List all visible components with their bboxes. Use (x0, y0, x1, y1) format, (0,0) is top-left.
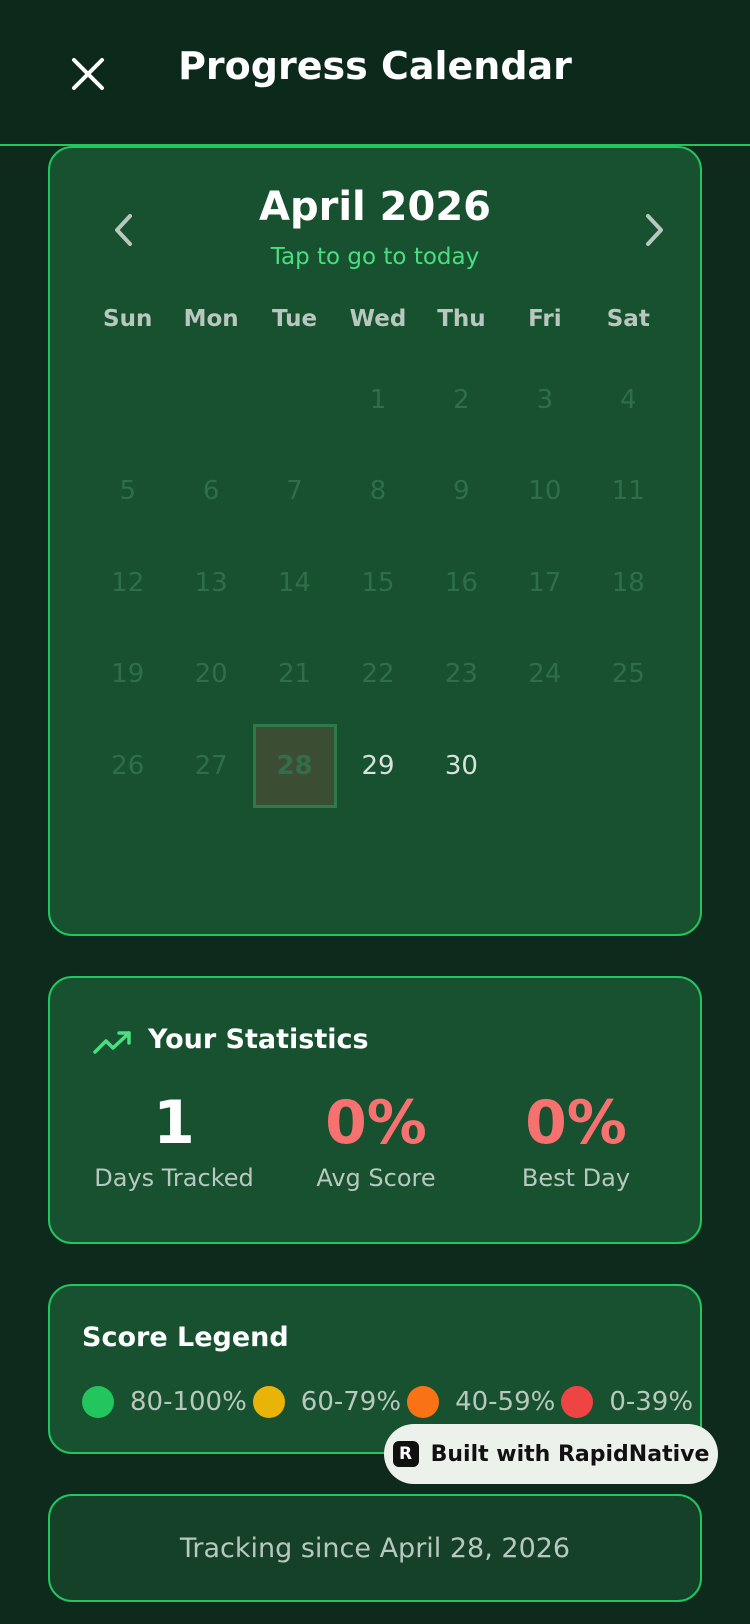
calendar-day[interactable]: 1 (332, 360, 424, 440)
chevron-right-icon (646, 214, 663, 246)
calendar-day[interactable]: 20 (165, 634, 257, 714)
badge-text: Built with RapidNative (430, 1441, 710, 1467)
calendar-day[interactable]: 18 (582, 543, 674, 623)
stat-value: 0% (525, 1088, 627, 1158)
calendar-day[interactable]: 24 (499, 634, 591, 714)
weekday-label: Mon (183, 306, 239, 332)
month-title: April 2026 (259, 184, 491, 230)
weekday-label: Tue (271, 306, 318, 332)
calendar-day[interactable]: 2 (415, 360, 507, 440)
calendar-day[interactable]: 25 (582, 634, 674, 714)
stat-value: 1 (153, 1088, 195, 1158)
calendar-day[interactable]: 29 (332, 726, 424, 806)
calendar-day[interactable]: 13 (165, 543, 257, 623)
calendar-day[interactable]: 10 (499, 451, 591, 531)
calendar-day[interactable]: 19 (82, 634, 174, 714)
stat-value: 0% (325, 1088, 427, 1158)
calendar-day[interactable]: 5 (82, 451, 174, 531)
calendar-day[interactable]: 14 (249, 543, 341, 623)
calendar-day[interactable]: 12 (82, 543, 174, 623)
legend-dot (407, 1386, 440, 1418)
legend-label: 80-100% (130, 1387, 247, 1417)
header: Progress Calendar (0, 0, 750, 146)
legend-label: 40-59% (455, 1387, 556, 1417)
stat-best-day: 0% Best Day (476, 1090, 676, 1192)
trending-up-icon (93, 1031, 131, 1054)
legend-item: 60-79% (252, 1386, 402, 1418)
legend-title: Score Legend (82, 1322, 289, 1353)
legend-item: 80-100% (82, 1386, 247, 1418)
built-with-badge[interactable]: R Built with RapidNative (384, 1424, 718, 1484)
calendar-day-today[interactable]: 28 (252, 723, 337, 808)
weekday-label: Sat (606, 306, 650, 332)
legend-dot (252, 1386, 285, 1418)
weekday-label: Sun (103, 306, 153, 332)
calendar-day[interactable]: 7 (249, 451, 341, 531)
calendar-day[interactable]: 3 (499, 360, 591, 440)
legend-item: 0-39% (561, 1386, 693, 1418)
legend-dot (561, 1386, 594, 1418)
legend-label: 0-39% (609, 1387, 694, 1417)
calendar-day[interactable]: 17 (499, 543, 591, 623)
tracking-since-text: Tracking since April 28, 2026 (179, 1532, 571, 1564)
stat-label: Avg Score (316, 1164, 436, 1192)
weekday-header: Sun Mon Tue Wed Thu Fri Sat (86, 306, 670, 336)
next-month-button[interactable] (632, 208, 676, 252)
calendar-day[interactable]: 6 (165, 451, 257, 531)
legend-row: 80-100% 60-79% 40-59% 0-39% (82, 1384, 699, 1420)
calendar-day[interactable]: 21 (249, 634, 341, 714)
page-title: Progress Calendar (178, 44, 572, 88)
calendar-day[interactable]: 22 (332, 634, 424, 714)
stat-days-tracked: 1 Days Tracked (74, 1090, 274, 1192)
weekday-label: Wed (349, 306, 407, 332)
statistics-title: Your Statistics (148, 1024, 369, 1055)
stat-label: Days Tracked (94, 1164, 254, 1192)
weekday-label: Fri (528, 306, 562, 332)
calendar-card: April 2026 Tap to go to today Sun Mon Tu… (48, 146, 702, 936)
calendar-day[interactable]: 16 (415, 543, 507, 623)
tracking-since-card: Tracking since April 28, 2026 (48, 1494, 702, 1602)
calendar-day[interactable]: 4 (582, 360, 674, 440)
progress-calendar-screen: Progress Calendar April 2026 Tap to go t… (0, 0, 750, 1624)
calendar-day[interactable]: 23 (415, 634, 507, 714)
rapidnative-logo-icon: R (392, 1441, 419, 1467)
calendar-day[interactable]: 27 (165, 726, 257, 806)
calendar-day[interactable]: 26 (82, 726, 174, 806)
legend-item: 40-59% (407, 1386, 555, 1418)
legend-label: 60-79% (300, 1387, 402, 1417)
calendar-day[interactable]: 30 (415, 726, 507, 806)
calendar-day[interactable]: 9 (415, 451, 507, 531)
legend-dot (82, 1386, 114, 1418)
weekday-label: Thu (437, 306, 486, 332)
stat-label: Best Day (521, 1164, 631, 1192)
calendar-day[interactable]: 8 (332, 451, 424, 531)
go-to-today-link[interactable]: Tap to go to today (50, 244, 700, 270)
statistics-card: Your Statistics 1 Days Tracked 0% Avg Sc… (48, 976, 702, 1244)
stat-avg-score: 0% Avg Score (276, 1090, 476, 1192)
calendar-day[interactable]: 11 (582, 451, 674, 531)
calendar-day[interactable]: 15 (332, 543, 424, 623)
